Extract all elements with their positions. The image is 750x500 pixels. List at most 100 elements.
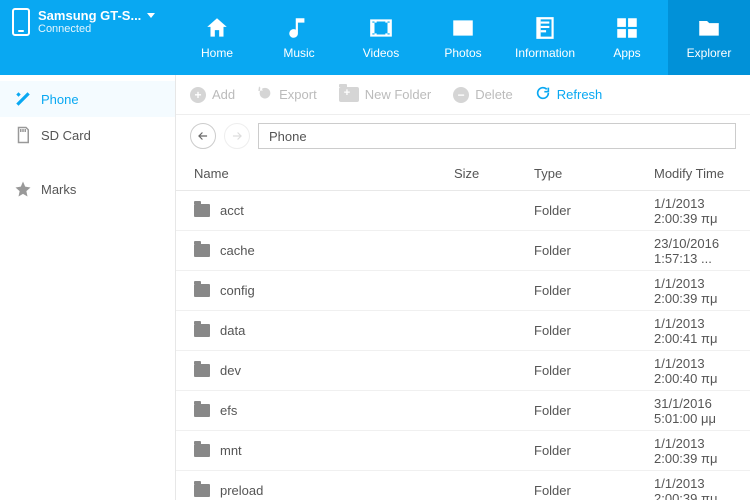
export-icon [257, 85, 273, 104]
row-name: data [220, 323, 245, 338]
star-icon [14, 180, 32, 198]
nav-home[interactable]: Home [176, 0, 258, 75]
content-pane: + Add Export + New Folder − Delete Refre… [176, 75, 750, 500]
videos-icon [368, 15, 394, 41]
newfolder-icon: + [339, 87, 359, 102]
row-name: preload [220, 483, 263, 498]
row-type: Folder [534, 283, 654, 298]
row-name: config [220, 283, 255, 298]
file-table: Name Size Type Modify Time acctFolder1/1… [176, 157, 750, 500]
music-icon [286, 15, 312, 41]
nav-home-label: Home [201, 46, 233, 60]
row-type: Folder [534, 483, 654, 498]
row-name: cache [220, 243, 255, 258]
col-type[interactable]: Type [534, 166, 654, 181]
table-row[interactable]: cache Folder23/10/2016 1:57:13 ... [176, 231, 750, 271]
nav-videos[interactable]: Videos [340, 0, 422, 75]
col-name[interactable]: Name [194, 166, 454, 181]
folder-icon [194, 204, 210, 217]
row-name: dev [220, 363, 241, 378]
sidebar-item-label: Phone [41, 92, 79, 107]
table-row[interactable]: acct Folder1/1/2013 2:00:39 πμ [176, 191, 750, 231]
folder-icon [194, 244, 210, 257]
tool-label: New Folder [365, 87, 431, 102]
table-row[interactable]: efs Folder31/1/2016 5:01:00 μμ [176, 391, 750, 431]
delete-button[interactable]: − Delete [453, 87, 513, 103]
device-info[interactable]: Samsung GT-S... Connected [0, 0, 176, 75]
sidebar-item-marks[interactable]: Marks [0, 171, 175, 207]
information-icon [532, 15, 558, 41]
nav-music[interactable]: Music [258, 0, 340, 75]
folder-icon [194, 404, 210, 417]
nav-videos-label: Videos [363, 46, 399, 60]
row-name: efs [220, 403, 237, 418]
toolbar: + Add Export + New Folder − Delete Refre… [176, 75, 750, 115]
app-header: Samsung GT-S... Connected Home Music Vid… [0, 0, 750, 75]
arrow-left-icon [196, 129, 210, 143]
minus-icon: − [453, 87, 469, 103]
row-mtime: 1/1/2013 2:00:39 πμ [654, 476, 732, 500]
nav-photos-label: Photos [444, 46, 481, 60]
tool-label: Delete [475, 87, 513, 102]
nav-apps-label: Apps [613, 46, 640, 60]
refresh-icon [535, 85, 551, 104]
row-type: Folder [534, 323, 654, 338]
sidebar-item-phone[interactable]: Phone [0, 81, 175, 117]
row-mtime: 1/1/2013 2:00:41 πμ [654, 316, 732, 346]
explorer-icon [696, 15, 722, 41]
table-row[interactable]: config Folder1/1/2013 2:00:39 πμ [176, 271, 750, 311]
row-mtime: 1/1/2013 2:00:39 πμ [654, 276, 732, 306]
photos-icon [450, 15, 476, 41]
tools-icon [14, 90, 32, 108]
table-row[interactable]: devFolder1/1/2013 2:00:40 πμ [176, 351, 750, 391]
nav-information[interactable]: Information [504, 0, 586, 75]
table-row[interactable]: mntFolder1/1/2013 2:00:39 πμ [176, 431, 750, 471]
sidebar-item-sdcard[interactable]: SD Card [0, 117, 175, 153]
nav-photos[interactable]: Photos [422, 0, 504, 75]
row-mtime: 1/1/2013 2:00:39 πμ [654, 196, 732, 226]
nav-information-label: Information [515, 46, 575, 60]
path-bar [176, 115, 750, 157]
folder-icon [194, 484, 210, 497]
export-button[interactable]: Export [257, 85, 317, 104]
row-mtime: 31/1/2016 5:01:00 μμ [654, 396, 732, 426]
phone-icon [12, 8, 30, 36]
add-button[interactable]: + Add [190, 87, 235, 103]
newfolder-button[interactable]: + New Folder [339, 87, 431, 102]
home-icon [204, 15, 230, 41]
row-mtime: 1/1/2013 2:00:40 πμ [654, 356, 732, 386]
device-status: Connected [38, 23, 155, 35]
table-row[interactable]: data Folder1/1/2013 2:00:41 πμ [176, 311, 750, 351]
folder-icon [194, 324, 210, 337]
row-type: Folder [534, 243, 654, 258]
col-mtime[interactable]: Modify Time [654, 166, 732, 181]
row-mtime: 23/10/2016 1:57:13 ... [654, 236, 732, 266]
row-type: Folder [534, 403, 654, 418]
device-name: Samsung GT-S... [38, 8, 141, 23]
row-name: acct [220, 203, 244, 218]
row-name: mnt [220, 443, 242, 458]
nav-explorer[interactable]: Explorer [668, 0, 750, 75]
folder-icon [194, 364, 210, 377]
nav-explorer-label: Explorer [687, 46, 732, 60]
chevron-down-icon [147, 13, 155, 18]
table-header: Name Size Type Modify Time [176, 157, 750, 191]
tool-label: Refresh [557, 87, 603, 102]
table-row[interactable]: preload Folder1/1/2013 2:00:39 πμ [176, 471, 750, 500]
plus-icon: + [190, 87, 206, 103]
nav-music-label: Music [283, 46, 314, 60]
refresh-button[interactable]: Refresh [535, 85, 603, 104]
forward-button[interactable] [224, 123, 250, 149]
back-button[interactable] [190, 123, 216, 149]
folder-icon [194, 444, 210, 457]
path-input[interactable] [258, 123, 736, 149]
row-mtime: 1/1/2013 2:00:39 πμ [654, 436, 732, 466]
folder-icon [194, 284, 210, 297]
tool-label: Add [212, 87, 235, 102]
arrow-right-icon [230, 129, 244, 143]
col-size[interactable]: Size [454, 166, 534, 181]
row-type: Folder [534, 203, 654, 218]
tool-label: Export [279, 87, 317, 102]
nav-apps[interactable]: Apps [586, 0, 668, 75]
sdcard-icon [14, 126, 32, 144]
